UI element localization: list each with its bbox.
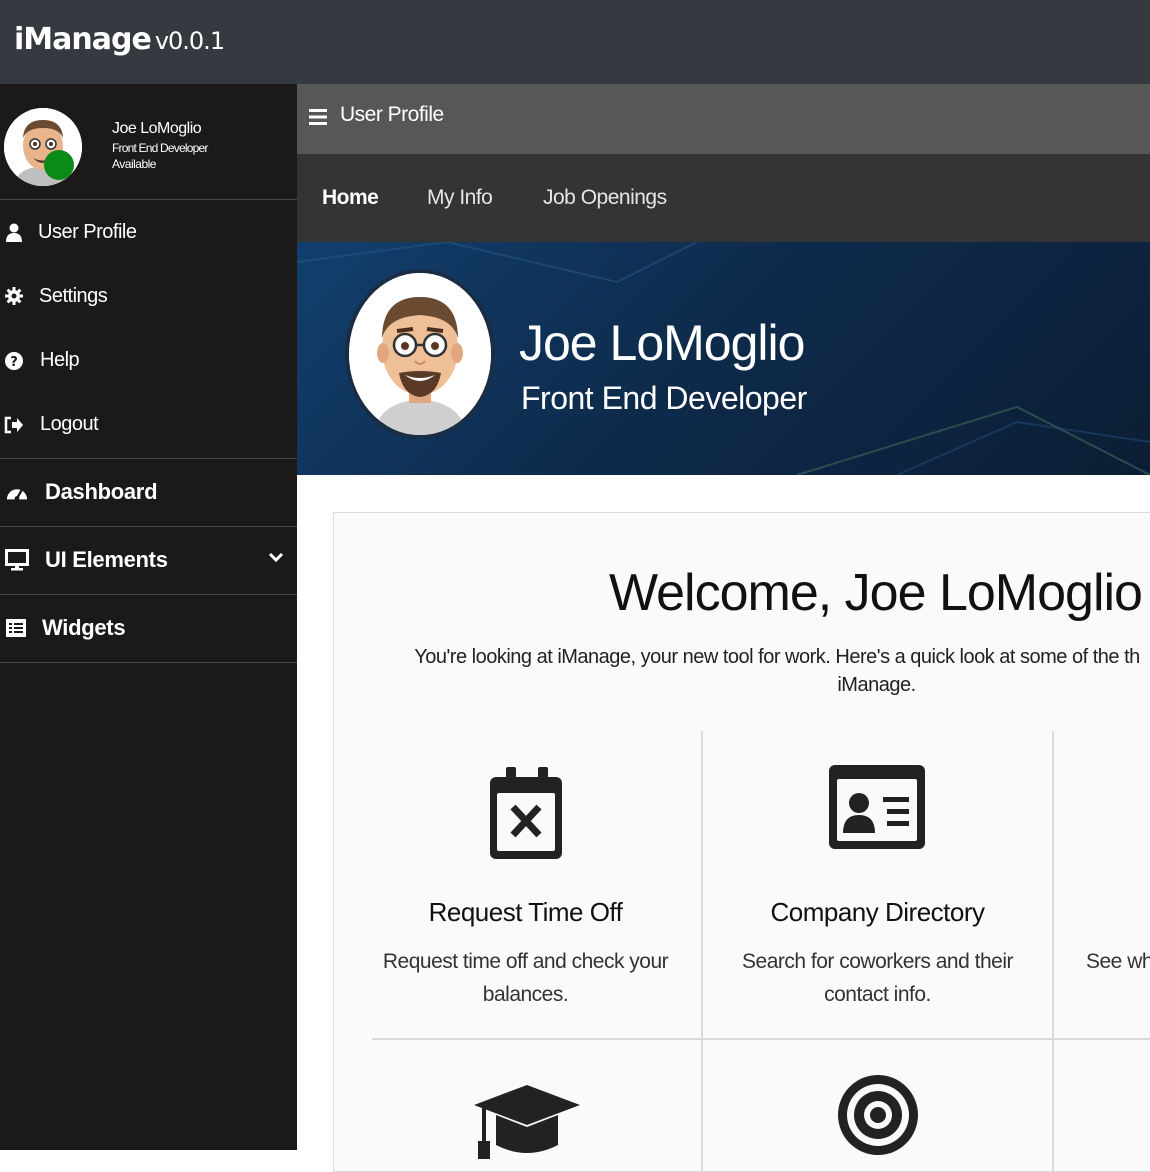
sidebar: Joe LoMoglio Front End Developer Availab… [0,84,297,1150]
page-title: User Profile [340,103,444,126]
card-description: Search for coworkers and their contact i… [742,950,1013,1006]
list-icon [5,618,27,638]
card-request-time-off[interactable]: Request Time Off Request time off and ch… [350,733,701,1038]
sidebar-item-label: Widgets [42,615,126,640]
profile-hero: Joe LoMoglio Front End Developer [297,242,1150,475]
menu-toggle-icon[interactable] [309,108,329,131]
user-status: Available [112,156,156,171]
dashboard-icon [6,482,28,502]
sidebar-item-label: User Profile [38,221,137,243]
welcome-title: Welcome, Joe LoMoglio [609,564,1143,622]
card-partial[interactable]: See whi [1054,733,1150,1038]
divider [0,594,297,595]
profile-avatar-image [349,273,491,435]
sign-out-icon [4,415,24,435]
tab-my-info[interactable]: My Info [427,186,493,210]
card-description: See whi [1086,950,1150,973]
monitor-icon [5,549,29,571]
question-icon: ? [4,351,24,371]
sidebar-item-label: Settings [39,285,108,307]
tab-bar: Home My Info Job Openings [297,154,1150,242]
user-name: Joe LoMoglio [112,120,202,137]
sidebar-item-ui-elements[interactable]: UI Elements [0,528,297,594]
app-brand[interactable]: iManage v0.0.1 [14,22,225,57]
profile-name: Joe LoMoglio [519,315,805,371]
welcome-panel: Welcome, Joe LoMoglio You're looking at … [333,512,1150,1172]
sidebar-item-logout[interactable]: Logout [0,408,297,442]
svg-text:?: ? [10,355,18,370]
grid-divider [372,1038,1150,1040]
card-title: Company Directory [770,897,985,927]
graduation-cap-icon [472,1083,582,1168]
user-meta: Joe LoMoglio Front End Developer Availab… [112,120,208,171]
sidebar-item-dashboard[interactable]: Dashboard [0,460,297,526]
calendar-x-icon [488,765,564,866]
sidebar-user-card: Joe LoMoglio Front End Developer Availab… [0,84,297,200]
welcome-intro: You're looking at iManage, your new tool… [414,646,1140,668]
app-name: iManage [14,22,152,57]
gear-icon [4,286,24,306]
page-header: User Profile [297,84,1150,154]
divider [0,662,297,663]
sidebar-item-user-profile[interactable]: User Profile [0,216,297,250]
welcome-intro-continued: iManage. [837,674,916,696]
status-indicator [44,150,74,180]
profile-avatar[interactable] [345,269,495,439]
card-title: Request Time Off [428,897,623,927]
user-icon [4,223,24,243]
user-role: Front End Developer [112,140,208,155]
sidebar-item-label: Logout [40,413,99,435]
chevron-down-icon[interactable] [268,550,284,568]
sidebar-item-label: Help [40,349,80,371]
divider [0,458,297,459]
sidebar-item-label: Dashboard [45,479,158,504]
app-version: v0.0.1 [154,27,225,55]
sidebar-item-label: UI Elements [45,547,168,572]
sidebar-item-settings[interactable]: Settings [0,280,297,314]
tab-home[interactable]: Home [322,186,379,210]
card-company-directory[interactable]: Company Directory Search for coworkers a… [702,733,1053,1038]
top-bar: iManage v0.0.1 [0,0,1150,84]
divider [0,526,297,527]
tab-job-openings[interactable]: Job Openings [543,186,667,210]
id-card-icon [829,765,925,854]
sidebar-item-widgets[interactable]: Widgets [0,596,297,662]
sidebar-item-help[interactable]: ? Help [0,344,297,378]
profile-role: Front End Developer [521,380,807,416]
target-icon [836,1073,920,1162]
card-description: Request time off and check your balances… [382,950,669,1006]
